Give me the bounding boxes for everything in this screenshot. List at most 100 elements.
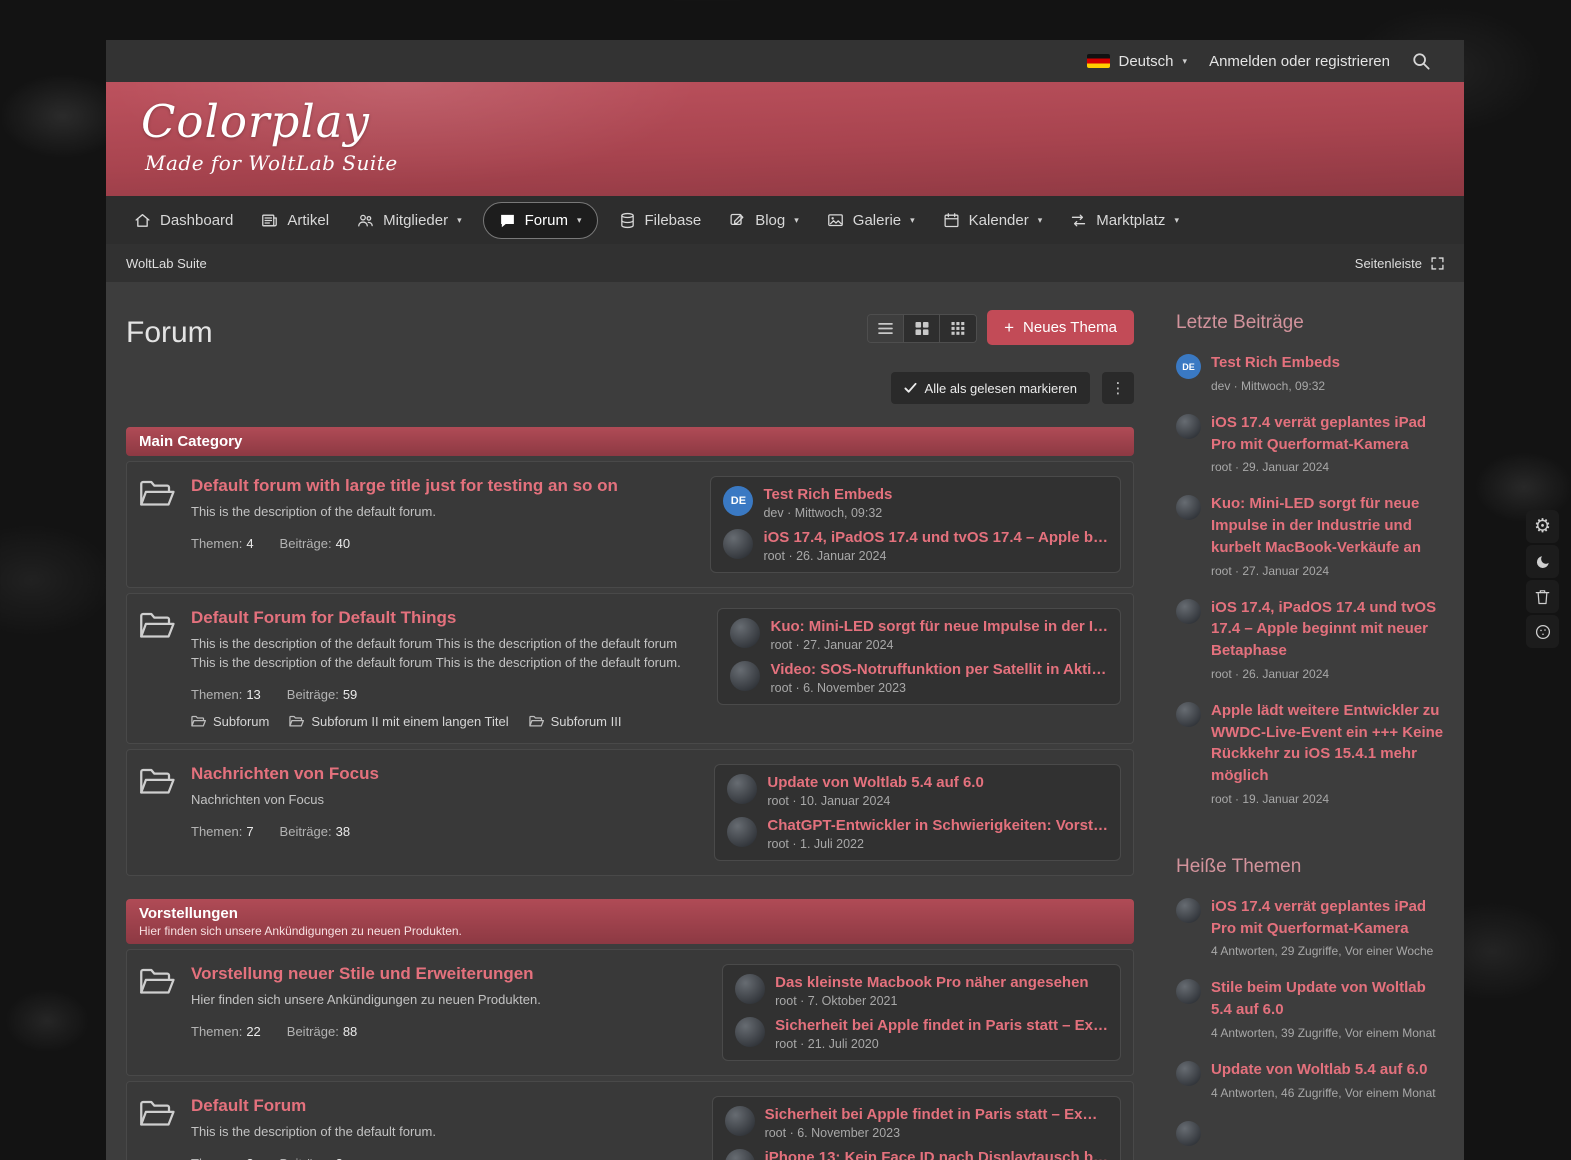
- avatar[interactable]: [1176, 599, 1201, 624]
- sidebar-post-link[interactable]: Update von Woltlab 5.4 auf 6.0: [1211, 1059, 1436, 1081]
- avatar[interactable]: [1176, 898, 1201, 923]
- category-header[interactable]: Vorstellungen Hier finden sich unsere An…: [126, 899, 1134, 944]
- subforum-link[interactable]: Subforum III: [529, 714, 622, 729]
- latest-post-link[interactable]: ChatGPT-Entwickler in Schwierigkeiten: V…: [767, 817, 1108, 834]
- forum-row: Nachrichten von Focus Nachrichten von Fo…: [126, 749, 1134, 876]
- nav-label: Kalender: [969, 212, 1029, 229]
- sidebar-toggle[interactable]: Seitenleiste: [1355, 256, 1444, 271]
- avatar[interactable]: [725, 1149, 755, 1160]
- avatar[interactable]: [727, 774, 757, 804]
- cookie-button[interactable]: [1526, 615, 1559, 648]
- avatar[interactable]: [725, 1106, 755, 1136]
- view-toggle-compact[interactable]: [940, 315, 976, 342]
- avatar[interactable]: [735, 1017, 765, 1047]
- trash-button[interactable]: [1526, 580, 1559, 613]
- stat-themen: Themen:7: [191, 824, 254, 839]
- chevron-down-icon: ▾: [577, 216, 582, 225]
- nav-item-galerie[interactable]: Galerie ▾: [813, 196, 929, 244]
- view-toggle-grid[interactable]: [904, 315, 940, 342]
- blog-icon: [729, 212, 746, 229]
- search-icon: [1412, 52, 1430, 70]
- sidebar-post-meta: dev · Mittwoch, 09:32: [1211, 377, 1340, 395]
- latest-post-link[interactable]: Sicherheit bei Apple findet in Paris sta…: [775, 1017, 1108, 1034]
- sidebar-post-link[interactable]: Stile beim Update von Woltlab 5.4 auf 6.…: [1211, 977, 1444, 1021]
- hot-topic-item: iOS 17.4 verrät geplantes iPad Pro mit Q…: [1176, 896, 1444, 961]
- nav-item-artikel[interactable]: Artikel: [247, 196, 343, 244]
- trash-icon: [1535, 589, 1550, 605]
- nav-item-mitglieder[interactable]: Mitglieder ▾: [343, 196, 476, 244]
- latest-post-link[interactable]: Test Rich Embeds: [763, 486, 1108, 503]
- chevron-down-icon: ▾: [794, 216, 799, 225]
- sidebar-post-link[interactable]: Apple lädt weitere Entwickler zu WWDC-Li…: [1211, 700, 1444, 787]
- content: Forum + Neu: [106, 282, 1464, 1160]
- sidebar-post-link[interactable]: iOS 17.4 verrät geplantes iPad Pro mit Q…: [1211, 412, 1444, 456]
- nav-item-blog[interactable]: Blog ▾: [715, 196, 813, 244]
- sidebar-post-link[interactable]: Test Rich Embeds: [1211, 352, 1340, 374]
- forum-link[interactable]: Default Forum: [191, 1096, 306, 1116]
- forum-description: Nachrichten von Focus: [191, 791, 690, 810]
- view-toggle-list[interactable]: [868, 315, 904, 342]
- sidebar-post-link[interactable]: Kuo: Mini-LED sorgt für neue Impulse in …: [1211, 493, 1444, 558]
- avatar[interactable]: [1176, 979, 1201, 1004]
- forum-link[interactable]: Default forum with large title just for …: [191, 476, 618, 496]
- nav-item-marktplatz[interactable]: Marktplatz ▾: [1056, 196, 1193, 244]
- nav-item-filebase[interactable]: Filebase: [605, 196, 716, 244]
- users-icon: [357, 212, 374, 229]
- chat-icon: [499, 212, 516, 229]
- latest-post-link[interactable]: Kuo: Mini-LED sorgt für neue Impulse in …: [770, 618, 1108, 635]
- sidebar-post-meta: 4 Antworten, 29 Zugriffe, Vor einer Woch…: [1211, 942, 1444, 960]
- dark-mode-button[interactable]: [1526, 545, 1559, 578]
- subforum-link[interactable]: Subforum II mit einem langen Titel: [289, 714, 508, 729]
- search-button[interactable]: [1412, 52, 1430, 70]
- latest-post-link[interactable]: iOS 17.4, iPadOS 17.4 und tvOS 17.4 – Ap…: [763, 529, 1108, 546]
- latest-post: Das kleinste Macbook Pro näher angesehen…: [735, 974, 1108, 1008]
- avatar[interactable]: [1176, 414, 1201, 439]
- latest-post-link[interactable]: Video: SOS-Notruffunktion per Satellit i…: [770, 661, 1108, 678]
- avatar[interactable]: [1176, 702, 1201, 727]
- main-column: Forum + Neu: [126, 308, 1134, 1160]
- nav-item-forum[interactable]: Forum ▾: [483, 202, 598, 239]
- avatar[interactable]: [1176, 1121, 1201, 1146]
- sidebar-post-link[interactable]: iOS 17.4, iPadOS 17.4 und tvOS 17.4 – Ap…: [1211, 597, 1444, 662]
- subforum-link[interactable]: Subforum: [191, 714, 269, 729]
- forum-link[interactable]: Default Forum for Default Things: [191, 608, 456, 628]
- category-vorstellungen: Vorstellungen Hier finden sich unsere An…: [126, 899, 1134, 1160]
- compact-grid-icon: [951, 322, 965, 335]
- style-settings-button[interactable]: ⚙: [1526, 510, 1559, 543]
- latest-posts-box: Sicherheit bei Apple findet in Paris sta…: [712, 1096, 1121, 1160]
- latest-post-link[interactable]: Das kleinste Macbook Pro näher angesehen: [775, 974, 1108, 991]
- latest-post-meta: root · 26. Januar 2024: [763, 549, 1108, 563]
- avatar[interactable]: [730, 618, 760, 648]
- avatar[interactable]: [1176, 495, 1201, 520]
- language-selector[interactable]: Deutsch ▾: [1087, 53, 1188, 70]
- latest-post-link[interactable]: Sicherheit bei Apple findet in Paris sta…: [765, 1106, 1108, 1123]
- forum-row: Default forum with large title just for …: [126, 461, 1134, 588]
- avatar[interactable]: [735, 974, 765, 1004]
- avatar[interactable]: DE: [1176, 354, 1201, 379]
- login-link[interactable]: Anmelden oder registrieren: [1209, 53, 1390, 70]
- breadcrumb-site[interactable]: WoltLab Suite: [126, 256, 207, 271]
- avatar[interactable]: [1176, 1061, 1201, 1086]
- mark-read-button[interactable]: Alle als gelesen markieren: [891, 372, 1090, 404]
- avatar[interactable]: [730, 661, 760, 691]
- avatar[interactable]: DE: [723, 486, 753, 516]
- latest-post-link[interactable]: iPhone 13: Kein Face ID nach Displaytaus…: [765, 1149, 1108, 1160]
- chevron-down-icon: ▾: [910, 216, 915, 225]
- forum-link[interactable]: Vorstellung neuer Stile und Erweiterunge…: [191, 964, 534, 984]
- more-options-button[interactable]: ⋮: [1102, 372, 1134, 404]
- forum-row: Default Forum for Default Things This is…: [126, 593, 1134, 744]
- latest-post-link[interactable]: Update von Woltlab 5.4 auf 6.0: [767, 774, 1108, 791]
- forum-link[interactable]: Nachrichten von Focus: [191, 764, 379, 784]
- avatar[interactable]: [727, 817, 757, 847]
- new-topic-button[interactable]: + Neues Thema: [987, 310, 1134, 345]
- category-title: Vorstellungen: [139, 905, 1121, 922]
- folder-icon: [289, 715, 304, 728]
- latest-post-meta: dev · Mittwoch, 09:32: [763, 506, 1108, 520]
- sidebar-post-link[interactable]: iOS 17.4 verrät geplantes iPad Pro mit Q…: [1211, 896, 1444, 940]
- site-logo[interactable]: Colorplay: [141, 95, 1464, 148]
- category-header[interactable]: Main Category: [126, 427, 1134, 456]
- nav-item-dashboard[interactable]: Dashboard: [120, 196, 247, 244]
- avatar[interactable]: [723, 529, 753, 559]
- subforum-list: Subforum Subforum II mit einem langen Ti…: [191, 714, 693, 729]
- nav-item-kalender[interactable]: Kalender ▾: [929, 196, 1057, 244]
